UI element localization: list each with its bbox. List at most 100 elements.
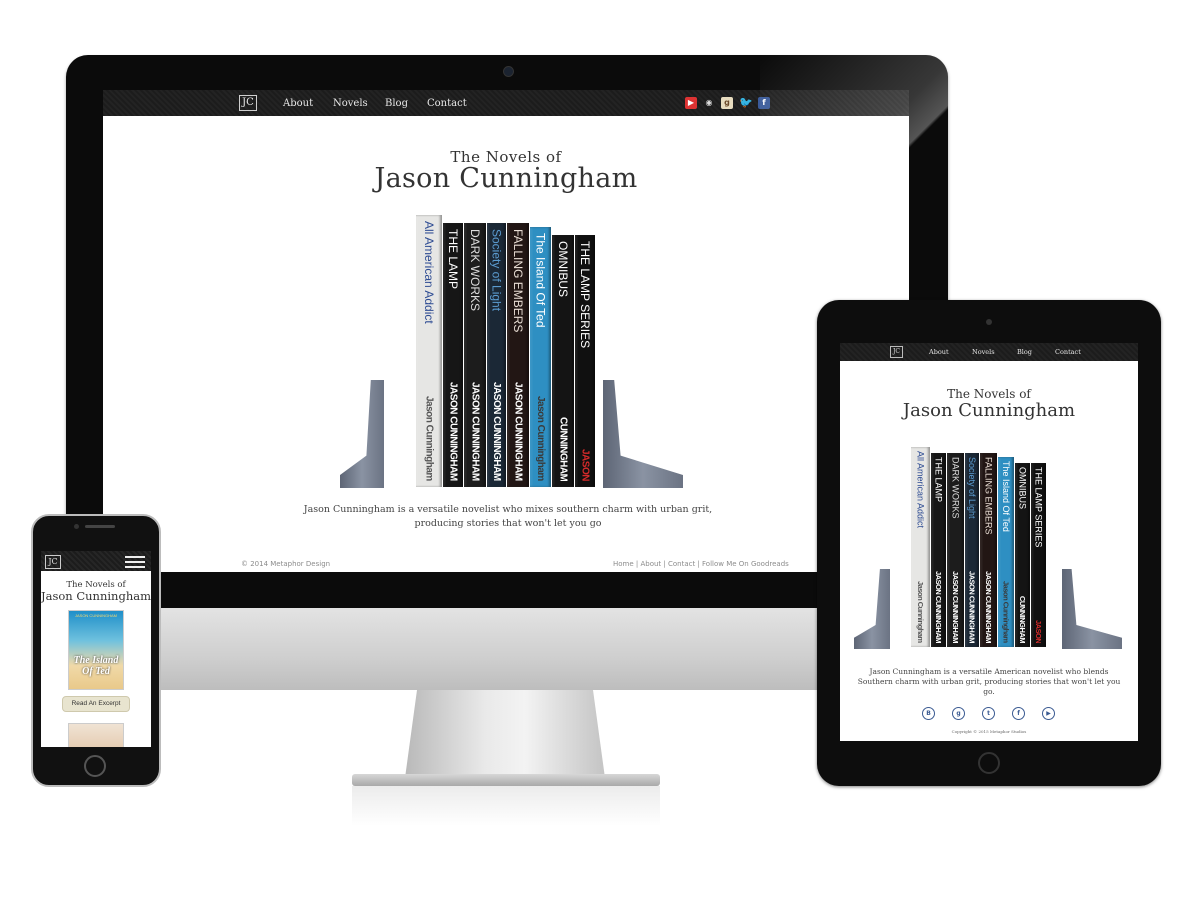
nav-about[interactable]: About [283,98,313,109]
nav-novels[interactable]: Novels [333,98,368,109]
site-logo[interactable]: JC [239,95,257,111]
book-spine-6[interactable]: The Island Of Ted Jason Cunningham [998,457,1014,647]
goodreads-icon[interactable]: g [952,707,965,720]
nav-blog[interactable]: Blog [385,98,408,109]
book-title: THE LAMP SERIES [1033,467,1044,548]
book-author: Jason Cunningham [535,396,546,481]
tablet-page-subtitle: The Novels of [947,387,1031,401]
stand-reflection [352,786,660,826]
hamburger-menu-icon[interactable] [125,556,145,568]
book-spine-3[interactable]: DARK WORKS JASON CUNNINGHAM [464,223,486,487]
book-author: JASON [579,449,591,481]
bookend-right [603,380,683,488]
book-title: OMNIBUS [556,241,570,298]
rss-icon[interactable]: ◉ [703,97,715,109]
tablet-nav-blog[interactable]: Blog [1017,348,1032,356]
book-author: JASON CUNNINGHAM [934,570,943,643]
phone-speaker [85,525,115,528]
book-title: THE LAMP SERIES [578,241,592,349]
book-spine-3[interactable]: DARK WORKS JASON CUNNINGHAM [947,453,964,647]
book-spine-2[interactable]: THE LAMP JASON CUNNINGHAM [931,453,946,647]
book-spine-2[interactable]: THE LAMP JASON CUNNINGHAM [443,223,463,487]
cover-author: JASON CUNNINGHAM [74,613,117,618]
tablet-bookend-right [1062,569,1122,649]
monitor-camera [503,66,514,77]
footer-copyright: © 2014 Metaphor Design [241,560,331,568]
phone-site-logo[interactable]: JC [45,555,61,569]
book-title: THE LAMP [933,457,944,503]
tablet-camera [986,319,992,325]
book-spine-1[interactable]: All American Addict Jason Cunningham [416,215,442,487]
twitter-icon[interactable]: t [982,707,995,720]
book-spine-8[interactable]: THE LAMP SERIES JASON [575,235,595,487]
tablet-nav-contact[interactable]: Contact [1055,348,1081,356]
tablet-home-button [978,752,1000,774]
book-author: JASON CUNNINGHAM [491,382,502,481]
footer-links[interactable]: Home | About | Contact | Follow Me On Go… [613,560,789,568]
book-author: Jason Cunningham [916,581,925,643]
blogger-icon[interactable]: B [922,707,935,720]
bookend-left [340,380,384,488]
tablet-copyright: Copyright © 2015 Metaphor Studios [951,729,1027,734]
intro-text: Jason Cunningham is a versatile novelist… [303,504,713,529]
book-title: FALLING EMBERS [511,229,525,333]
tablet-site-logo[interactable]: JC [890,346,903,358]
phone-screen: JC The Novels of Jason Cunningham JASON … [41,551,151,747]
book-title: Society of Light [489,229,504,312]
book-author: JASON CUNNINGHAM [512,382,524,481]
monitor-bezel-bottom [66,572,948,610]
tablet-nav-novels[interactable]: Novels [972,348,995,356]
tablet-bookend-left [854,569,890,649]
book-cover-island-of-ted[interactable]: JASON CUNNINGHAM The Island Of Ted [68,610,124,690]
goodreads-icon[interactable]: g [721,97,733,109]
book-title: OMNIBUS [1017,467,1028,510]
monitor-stand [405,690,605,778]
book-spine-4[interactable]: Society of Light JASON CUNNINGHAM [965,453,979,647]
book-spine-4[interactable]: Society of Light JASON CUNNINGHAM [487,223,506,487]
book-title: The Island Of Ted [533,233,548,328]
tablet-navbar: JC About Novels Blog Contact [840,343,1138,361]
phone-camera [74,524,79,529]
book-author: JASON CUNNINGHAM [447,382,459,481]
book-spine-1[interactable]: All American Addict Jason Cunningham [911,447,930,647]
book-spine-7[interactable]: OMNIBUS CUNNINGHAM [552,235,574,487]
youtube-icon[interactable]: ▶ [685,97,697,109]
nav-contact[interactable]: Contact [427,98,467,109]
phone-home-button [84,755,106,777]
book-author: JASON [1034,619,1043,643]
book-title: The Island Of Ted [1001,461,1011,532]
tablet-intro-text: Jason Cunningham is a versatile American… [857,667,1121,696]
tablet-page-title: Jason Cunningham [902,400,1076,421]
book-spine-5[interactable]: FALLING EMBERS JASON CUNNINGHAM [507,223,529,487]
book-spine-6[interactable]: The Island Of Ted Jason Cunningham [530,227,551,487]
book-title: DARK WORKS [950,457,961,519]
book-author: CUNNINGHAM [557,416,569,481]
book-title: All American Addict [422,221,436,324]
desktop-navbar: JC About Novels Blog Contact ▶ ◉ g 🐦 f [103,90,909,116]
book-author: CUNNINGHAM [1018,595,1027,643]
book-spine-7[interactable]: OMNIBUS CUNNINGHAM [1015,463,1030,647]
read-excerpt-button[interactable]: Read An Excerpt [62,696,130,712]
book-author: JASON CUNNINGHAM [984,570,993,643]
book-title: FALLING EMBERS [983,457,994,535]
book-spine-8[interactable]: THE LAMP SERIES JASON [1031,463,1046,647]
monitor-stand-base [352,774,660,786]
youtube-icon[interactable]: ▶ [1042,707,1055,720]
book-cover-next[interactable] [68,723,124,747]
twitter-icon[interactable]: 🐦 [739,97,753,109]
tablet-nav-about[interactable]: About [929,348,949,356]
book-author: JASON CUNNINGHAM [469,382,481,481]
book-spine-5[interactable]: FALLING EMBERS JASON CUNNINGHAM [980,453,997,647]
page-title: Jason Cunningham [374,163,638,194]
book-author: Jason Cunningham [423,396,435,481]
book-title: All American Addict [915,451,926,529]
facebook-icon[interactable]: f [1012,707,1025,720]
book-author: JASON CUNNINGHAM [951,570,960,643]
book-author: Jason Cunningham [1001,581,1011,643]
phone-navbar: JC [41,551,151,571]
book-title: THE LAMP [446,229,460,290]
facebook-icon[interactable]: f [758,97,770,109]
book-title: DARK WORKS [468,229,482,312]
book-author: JASON CUNNINGHAM [967,570,977,643]
monitor-chin [161,608,817,690]
